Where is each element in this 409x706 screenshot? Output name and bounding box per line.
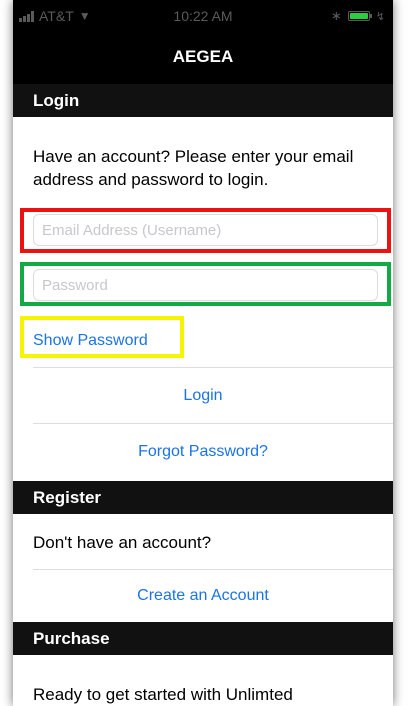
show-password-button[interactable]: Show Password	[33, 332, 148, 350]
section-header-login: Login	[13, 84, 393, 117]
status-bar: AT&T ▼ 10:22 AM ∗ ↯	[13, 0, 393, 30]
status-right: ∗ ↯	[331, 8, 385, 24]
login-description: Have an account? Please enter your email…	[33, 147, 354, 189]
create-account-button[interactable]: Create an Account	[13, 587, 393, 605]
login-button[interactable]: Login	[13, 387, 393, 405]
divider	[33, 569, 393, 570]
password-field[interactable]	[33, 269, 378, 301]
nav-bar: AEGEA	[13, 30, 393, 84]
battery-icon	[347, 11, 372, 21]
divider	[33, 367, 393, 368]
register-prompt: Don't have an account?	[33, 533, 212, 552]
charging-icon: ↯	[375, 10, 385, 23]
app-title: AEGEA	[172, 47, 234, 66]
purchase-text: Ready to get started with Unlimted	[33, 685, 293, 704]
phone-screen: AT&T ▼ 10:22 AM ∗ ↯ AEGEA Login Have an …	[13, 0, 393, 706]
email-field[interactable]	[33, 214, 378, 246]
divider	[33, 423, 393, 424]
section-header-purchase: Purchase	[13, 622, 393, 655]
bluetooth-icon: ∗	[330, 8, 342, 23]
forgot-password-button[interactable]: Forgot Password?	[13, 443, 393, 461]
section-header-register: Register	[13, 481, 393, 514]
